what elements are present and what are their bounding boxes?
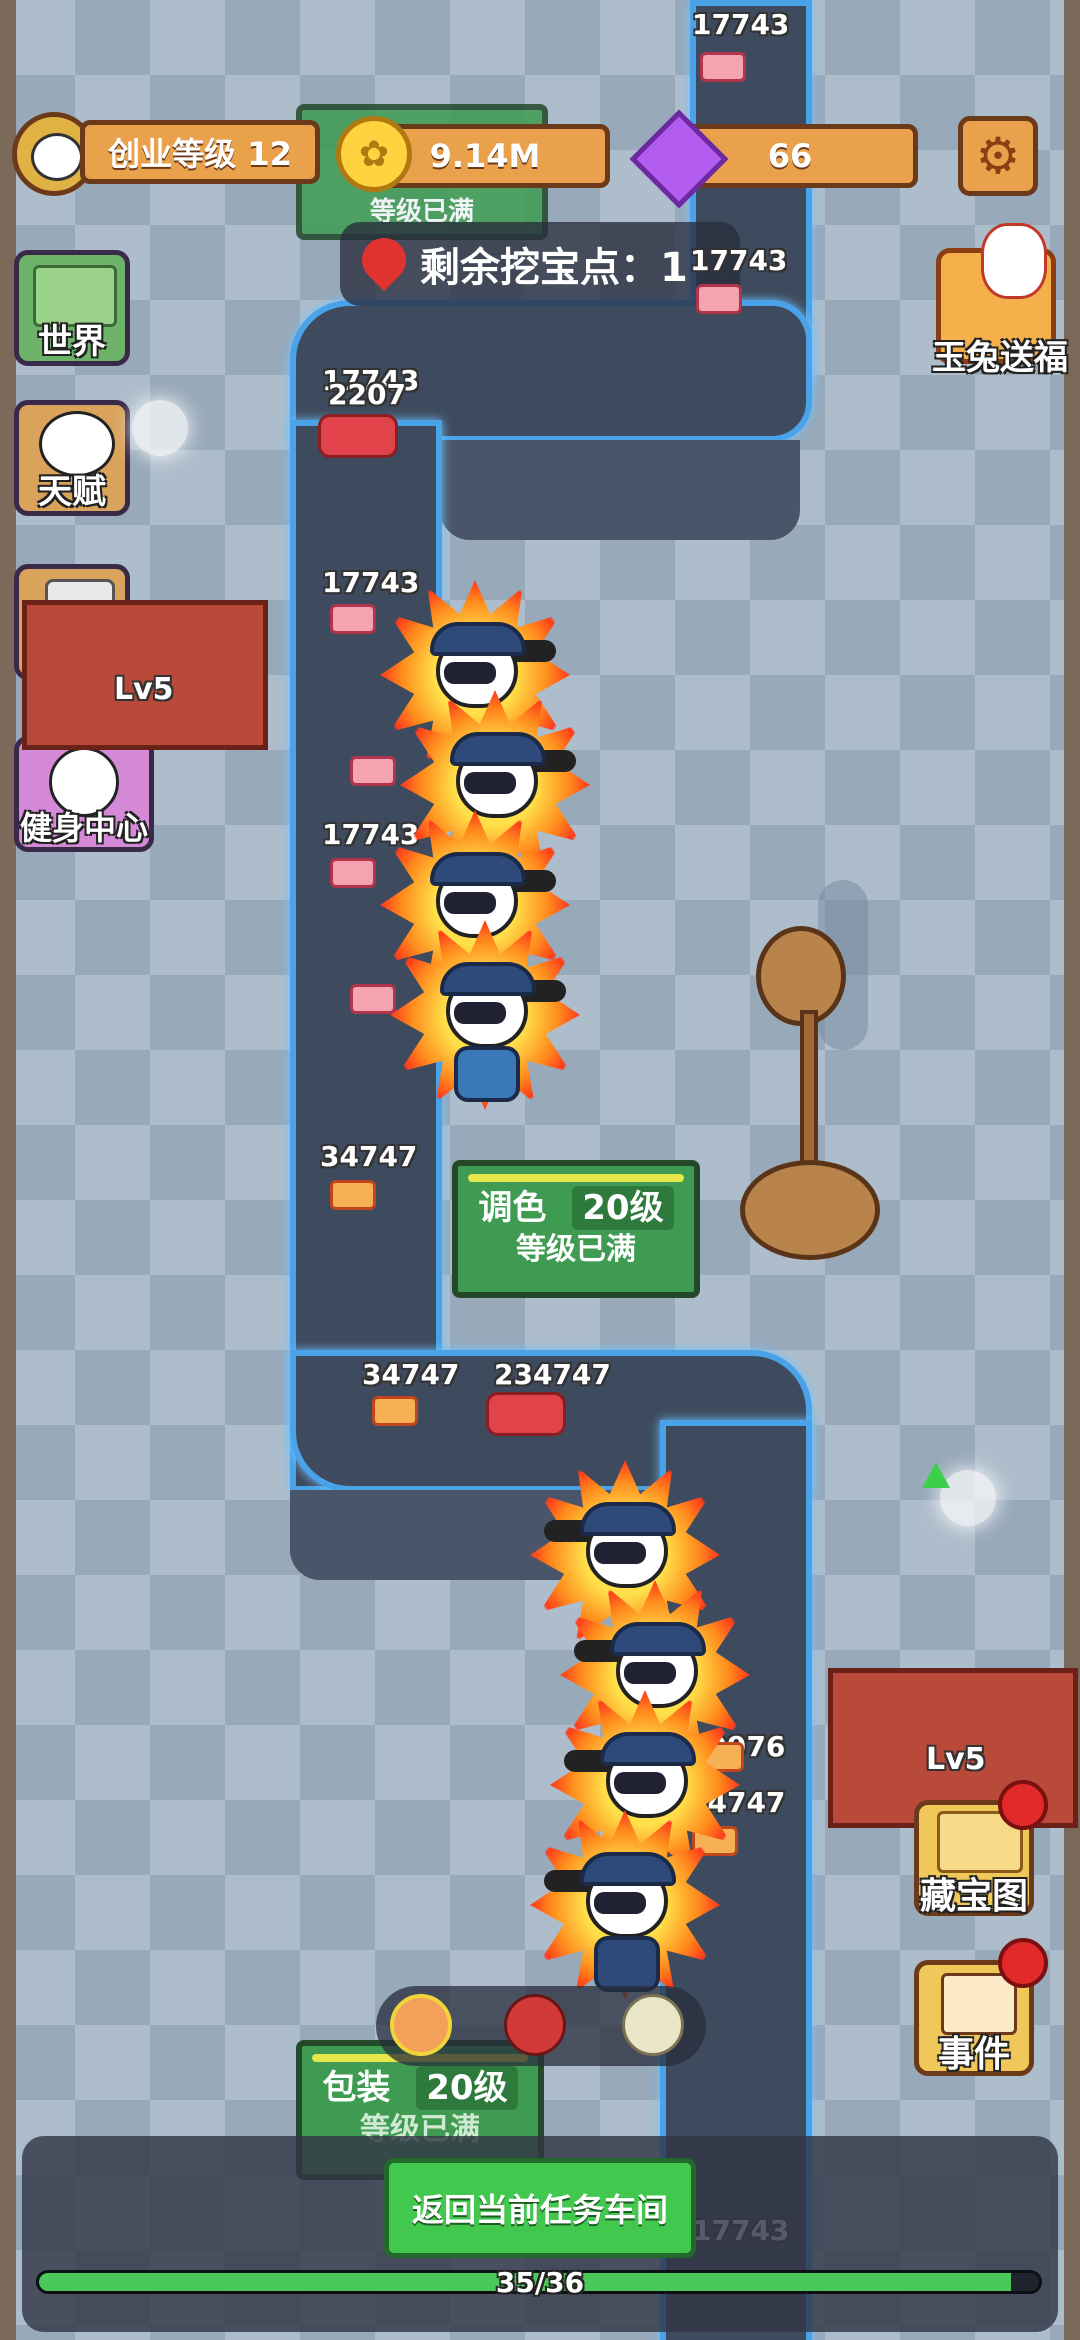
event-notification bbox=[998, 1938, 1048, 1988]
belt-item bbox=[330, 858, 376, 888]
hammer-icon[interactable] bbox=[132, 400, 188, 456]
belt-count: 2207 bbox=[328, 378, 406, 411]
belt-item bbox=[700, 52, 746, 82]
jade-rabbit-icon bbox=[981, 223, 1047, 299]
belt-item-pile bbox=[486, 1392, 566, 1436]
belt-item bbox=[372, 1396, 418, 1426]
packaging-machine-name: 包装 bbox=[322, 2068, 391, 2108]
belt-count: 17743 bbox=[690, 244, 788, 277]
jade-rabbit-label: 玉兔送福 bbox=[932, 338, 1068, 378]
belt-count: 234747 bbox=[494, 1358, 611, 1391]
carrot-coin-icon: ✿ bbox=[336, 116, 412, 192]
product-slot-bar-icon[interactable] bbox=[390, 1994, 452, 2056]
treasure-map-label: 藏宝图 bbox=[919, 1876, 1028, 1917]
belt-item bbox=[330, 604, 376, 634]
worker-rabbit[interactable] bbox=[390, 920, 580, 1110]
right-station-level: Lv5 bbox=[926, 1742, 986, 1777]
coloring-machine-level: 20级 bbox=[572, 1186, 674, 1230]
task-progress-text: 35/36 bbox=[495, 2266, 585, 2299]
worker-rabbit[interactable] bbox=[530, 1810, 720, 2000]
treasure-map-notification bbox=[998, 1780, 1048, 1830]
event-label: 事件 bbox=[937, 2034, 1010, 2075]
belt-item-pile bbox=[318, 414, 398, 458]
upgrade-arrow-icon bbox=[922, 1462, 950, 1488]
talent-button[interactable]: 天赋 bbox=[14, 400, 130, 516]
location-pin-icon bbox=[352, 228, 416, 292]
world-button[interactable]: 世界 bbox=[14, 250, 130, 366]
belt-count: 34747 bbox=[362, 1358, 460, 1391]
belt-count: 17743 bbox=[322, 566, 420, 599]
level-pill[interactable]: 创业等级 12 bbox=[80, 120, 320, 184]
return-to-workshop-button[interactable]: 返回当前任务车间 bbox=[384, 2158, 696, 2258]
coloring-machine-name: 调色 bbox=[478, 1188, 547, 1228]
belt-item bbox=[350, 756, 396, 786]
coloring-machine-maxed: 等级已满 bbox=[516, 1232, 636, 1267]
left-station-level: Lv5 bbox=[114, 672, 174, 707]
belt-count: 17743 bbox=[692, 8, 790, 41]
conveyor-upper-ledge bbox=[440, 440, 800, 540]
belt-item bbox=[696, 284, 742, 314]
gear-icon: ⚙ bbox=[975, 127, 1021, 185]
product-slot-bag-icon[interactable] bbox=[622, 1994, 684, 2056]
coin-amount: 9.14M bbox=[429, 137, 541, 175]
avatar-face-icon bbox=[31, 133, 83, 181]
fan-base bbox=[740, 1160, 880, 1260]
product-dock bbox=[376, 1986, 706, 2066]
coloring-machine[interactable]: 调色 20级 等级已满 bbox=[452, 1160, 700, 1298]
belt-item bbox=[350, 984, 396, 1014]
gym-label: 健身中心 bbox=[19, 809, 148, 847]
level-label: 创业等级 12 bbox=[108, 135, 292, 173]
dig-points-banner: 剩余挖宝点：1 bbox=[340, 222, 740, 306]
return-button-label: 返回当前任务车间 bbox=[411, 2191, 668, 2229]
dig-points-text: 剩余挖宝点：1 bbox=[420, 245, 688, 291]
belt-item bbox=[330, 1180, 376, 1210]
gem-amount: 66 bbox=[767, 137, 813, 175]
belt-count: 34747 bbox=[320, 1140, 418, 1173]
world-label: 世界 bbox=[38, 322, 106, 362]
product-slot-pile-icon[interactable] bbox=[504, 1994, 566, 2056]
packaging-machine-level: 20级 bbox=[416, 2066, 518, 2110]
game-scene: 等级已满 创业等级 12 9.14M ✿ 66 ⚙ 剩余挖宝点：1 世界 天赋 … bbox=[0, 0, 1080, 2340]
gym-button[interactable]: 健身中心 bbox=[14, 736, 154, 852]
talent-label: 天赋 bbox=[38, 472, 106, 512]
settings-button[interactable]: ⚙ bbox=[958, 116, 1038, 196]
